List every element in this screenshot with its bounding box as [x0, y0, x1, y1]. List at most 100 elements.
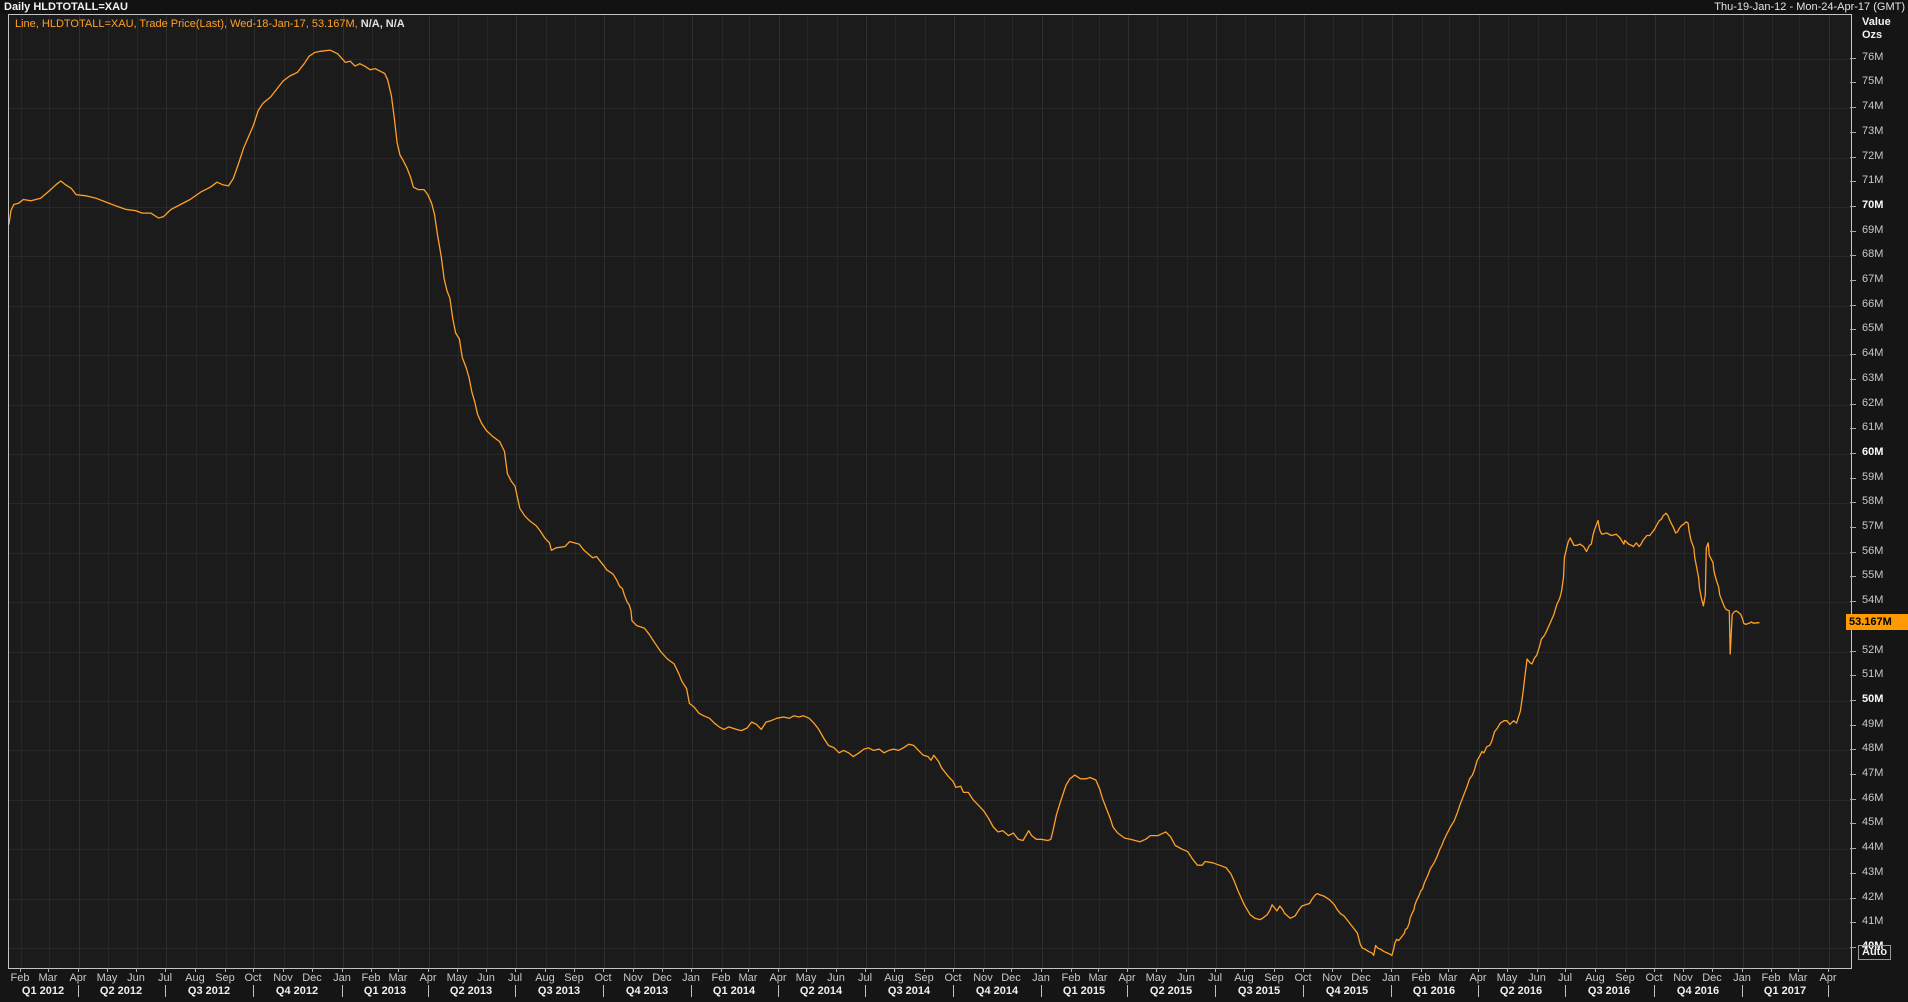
y-axis-tick-mark	[1850, 453, 1856, 454]
month-label: Sep	[914, 972, 934, 984]
month-label: Jun	[1177, 972, 1195, 984]
month-label: Jun	[477, 972, 495, 984]
month-label: Dec	[1351, 972, 1371, 984]
y-axis-tick-mark	[1850, 601, 1856, 602]
month-label: Mar	[38, 972, 58, 984]
y-axis-tick-label: 50M	[1862, 693, 1884, 705]
quarter-label: Q1 2014	[712, 985, 756, 997]
month-label: Jan	[1733, 972, 1751, 984]
month-label: Jul	[1207, 972, 1223, 984]
quarter-label: Q3 2013	[537, 985, 581, 997]
y-axis-tick-mark	[1850, 823, 1856, 824]
y-axis-title-ozs: Ozs	[1862, 29, 1883, 41]
month-label: Apr	[769, 972, 787, 984]
y-axis-tick-label: 48M	[1862, 742, 1884, 754]
month-label: Dec	[302, 972, 322, 984]
auto-scale-button[interactable]: Auto	[1858, 945, 1892, 960]
y-axis-tick-label: 45M	[1862, 816, 1884, 828]
y-axis-tick-mark	[1850, 157, 1856, 158]
month-label: Oct	[1645, 972, 1663, 984]
y-axis-tick-label: 60M	[1862, 446, 1884, 458]
y-axis-tick-mark	[1850, 132, 1856, 133]
month-label: Feb	[10, 972, 30, 984]
y-axis-tick-label: 47M	[1862, 767, 1884, 779]
quarter-label: Q3 2015	[1237, 985, 1281, 997]
quarter-label: Q2 2013	[449, 985, 493, 997]
y-axis-tick-label: 61M	[1862, 421, 1884, 433]
month-label: Jul	[157, 972, 173, 984]
month-label: Jan	[682, 972, 700, 984]
month-label: Aug	[535, 972, 555, 984]
month-label: Dec	[1702, 972, 1722, 984]
month-label: Sep	[1615, 972, 1635, 984]
legend-na-text: N/A, N/A	[357, 18, 405, 30]
month-label: Apr	[419, 972, 437, 984]
quarter-separator	[1828, 985, 1829, 997]
month-label: Jul	[857, 972, 873, 984]
y-axis-tick-label: 54M	[1862, 594, 1884, 606]
quarter-label: Q1 2013	[363, 985, 407, 997]
month-label: Feb	[1761, 972, 1781, 984]
quarter-separator	[1654, 985, 1655, 997]
quarter-label: Q2 2015	[1149, 985, 1193, 997]
quarter-label: Q1 2016	[1412, 985, 1456, 997]
quarter-label: Q1 2015	[1062, 985, 1106, 997]
month-label: Feb	[1061, 972, 1081, 984]
month-label: Apr	[69, 972, 87, 984]
y-axis-tick-label: 52M	[1862, 644, 1884, 656]
quarter-label: Q3 2014	[887, 985, 931, 997]
month-label: Sep	[1264, 972, 1284, 984]
quarter-separator	[1565, 985, 1566, 997]
plot-area[interactable]: Line, HLDTOTALL=XAU, Trade Price(Last), …	[8, 14, 1852, 969]
y-axis-tick-label: 64M	[1862, 347, 1884, 359]
month-label: Mar	[1088, 972, 1108, 984]
y-axis-tick-mark	[1850, 231, 1856, 232]
month-label: Jun	[827, 972, 845, 984]
y-axis-tick-mark	[1850, 379, 1856, 380]
month-label: May	[96, 972, 118, 984]
y-axis-tick-mark	[1850, 873, 1856, 874]
y-axis-tick-label: 69M	[1862, 224, 1884, 236]
date-range-label: Thu-19-Jan-12 - Mon-24-Apr-17 (GMT)	[1714, 1, 1905, 13]
month-label: May	[446, 972, 468, 984]
month-label: Apr	[1819, 972, 1837, 984]
y-axis-tick-mark	[1850, 82, 1856, 83]
y-axis-tick-mark	[1850, 354, 1856, 355]
y-axis-tick-label: 73M	[1862, 125, 1884, 137]
y-axis-tick-label: 62M	[1862, 397, 1884, 409]
month-label: Dec	[652, 972, 672, 984]
y-axis-tick-mark	[1850, 898, 1856, 899]
y-axis-title-value: Value	[1862, 16, 1891, 28]
month-label: Aug	[884, 972, 904, 984]
y-axis-tick-mark	[1850, 576, 1856, 577]
quarter-label: Q2 2014	[799, 985, 843, 997]
y-axis-tick-mark	[1850, 428, 1856, 429]
quarter-separator	[253, 985, 254, 997]
legend-series-text: Line, HLDTOTALL=XAU, Trade Price(Last), …	[15, 18, 358, 30]
month-label: Mar	[1788, 972, 1808, 984]
y-axis-tick-label: 42M	[1862, 891, 1884, 903]
y-axis-tick-mark	[1850, 700, 1856, 701]
y-axis-tick-label: 63M	[1862, 372, 1884, 384]
quarter-label: Q4 2014	[975, 985, 1019, 997]
y-axis-tick-mark	[1850, 107, 1856, 108]
month-label: Nov	[1673, 972, 1693, 984]
y-axis-tick-label: 41M	[1862, 915, 1884, 927]
series-legend[interactable]: Line, HLDTOTALL=XAU, Trade Price(Last), …	[15, 18, 405, 30]
y-axis-tick-mark	[1850, 502, 1856, 503]
month-label: Oct	[944, 972, 962, 984]
month-label: Mar	[1438, 972, 1458, 984]
chart-canvas[interactable]	[9, 15, 1851, 968]
month-label: Mar	[388, 972, 408, 984]
y-axis-tick-mark	[1850, 181, 1856, 182]
quarter-label: Q2 2016	[1499, 985, 1543, 997]
y-axis-tick-mark	[1850, 552, 1856, 553]
quarter-label: Q2 2012	[99, 985, 143, 997]
quarter-separator	[953, 985, 954, 997]
month-label: Aug	[1585, 972, 1605, 984]
chart-title: Daily HLDTOTALL=XAU	[4, 1, 128, 13]
month-label: Jan	[1032, 972, 1050, 984]
y-axis-tick-label: 68M	[1862, 248, 1884, 260]
y-axis-tick-mark	[1850, 255, 1856, 256]
quarter-label: Q4 2012	[275, 985, 319, 997]
